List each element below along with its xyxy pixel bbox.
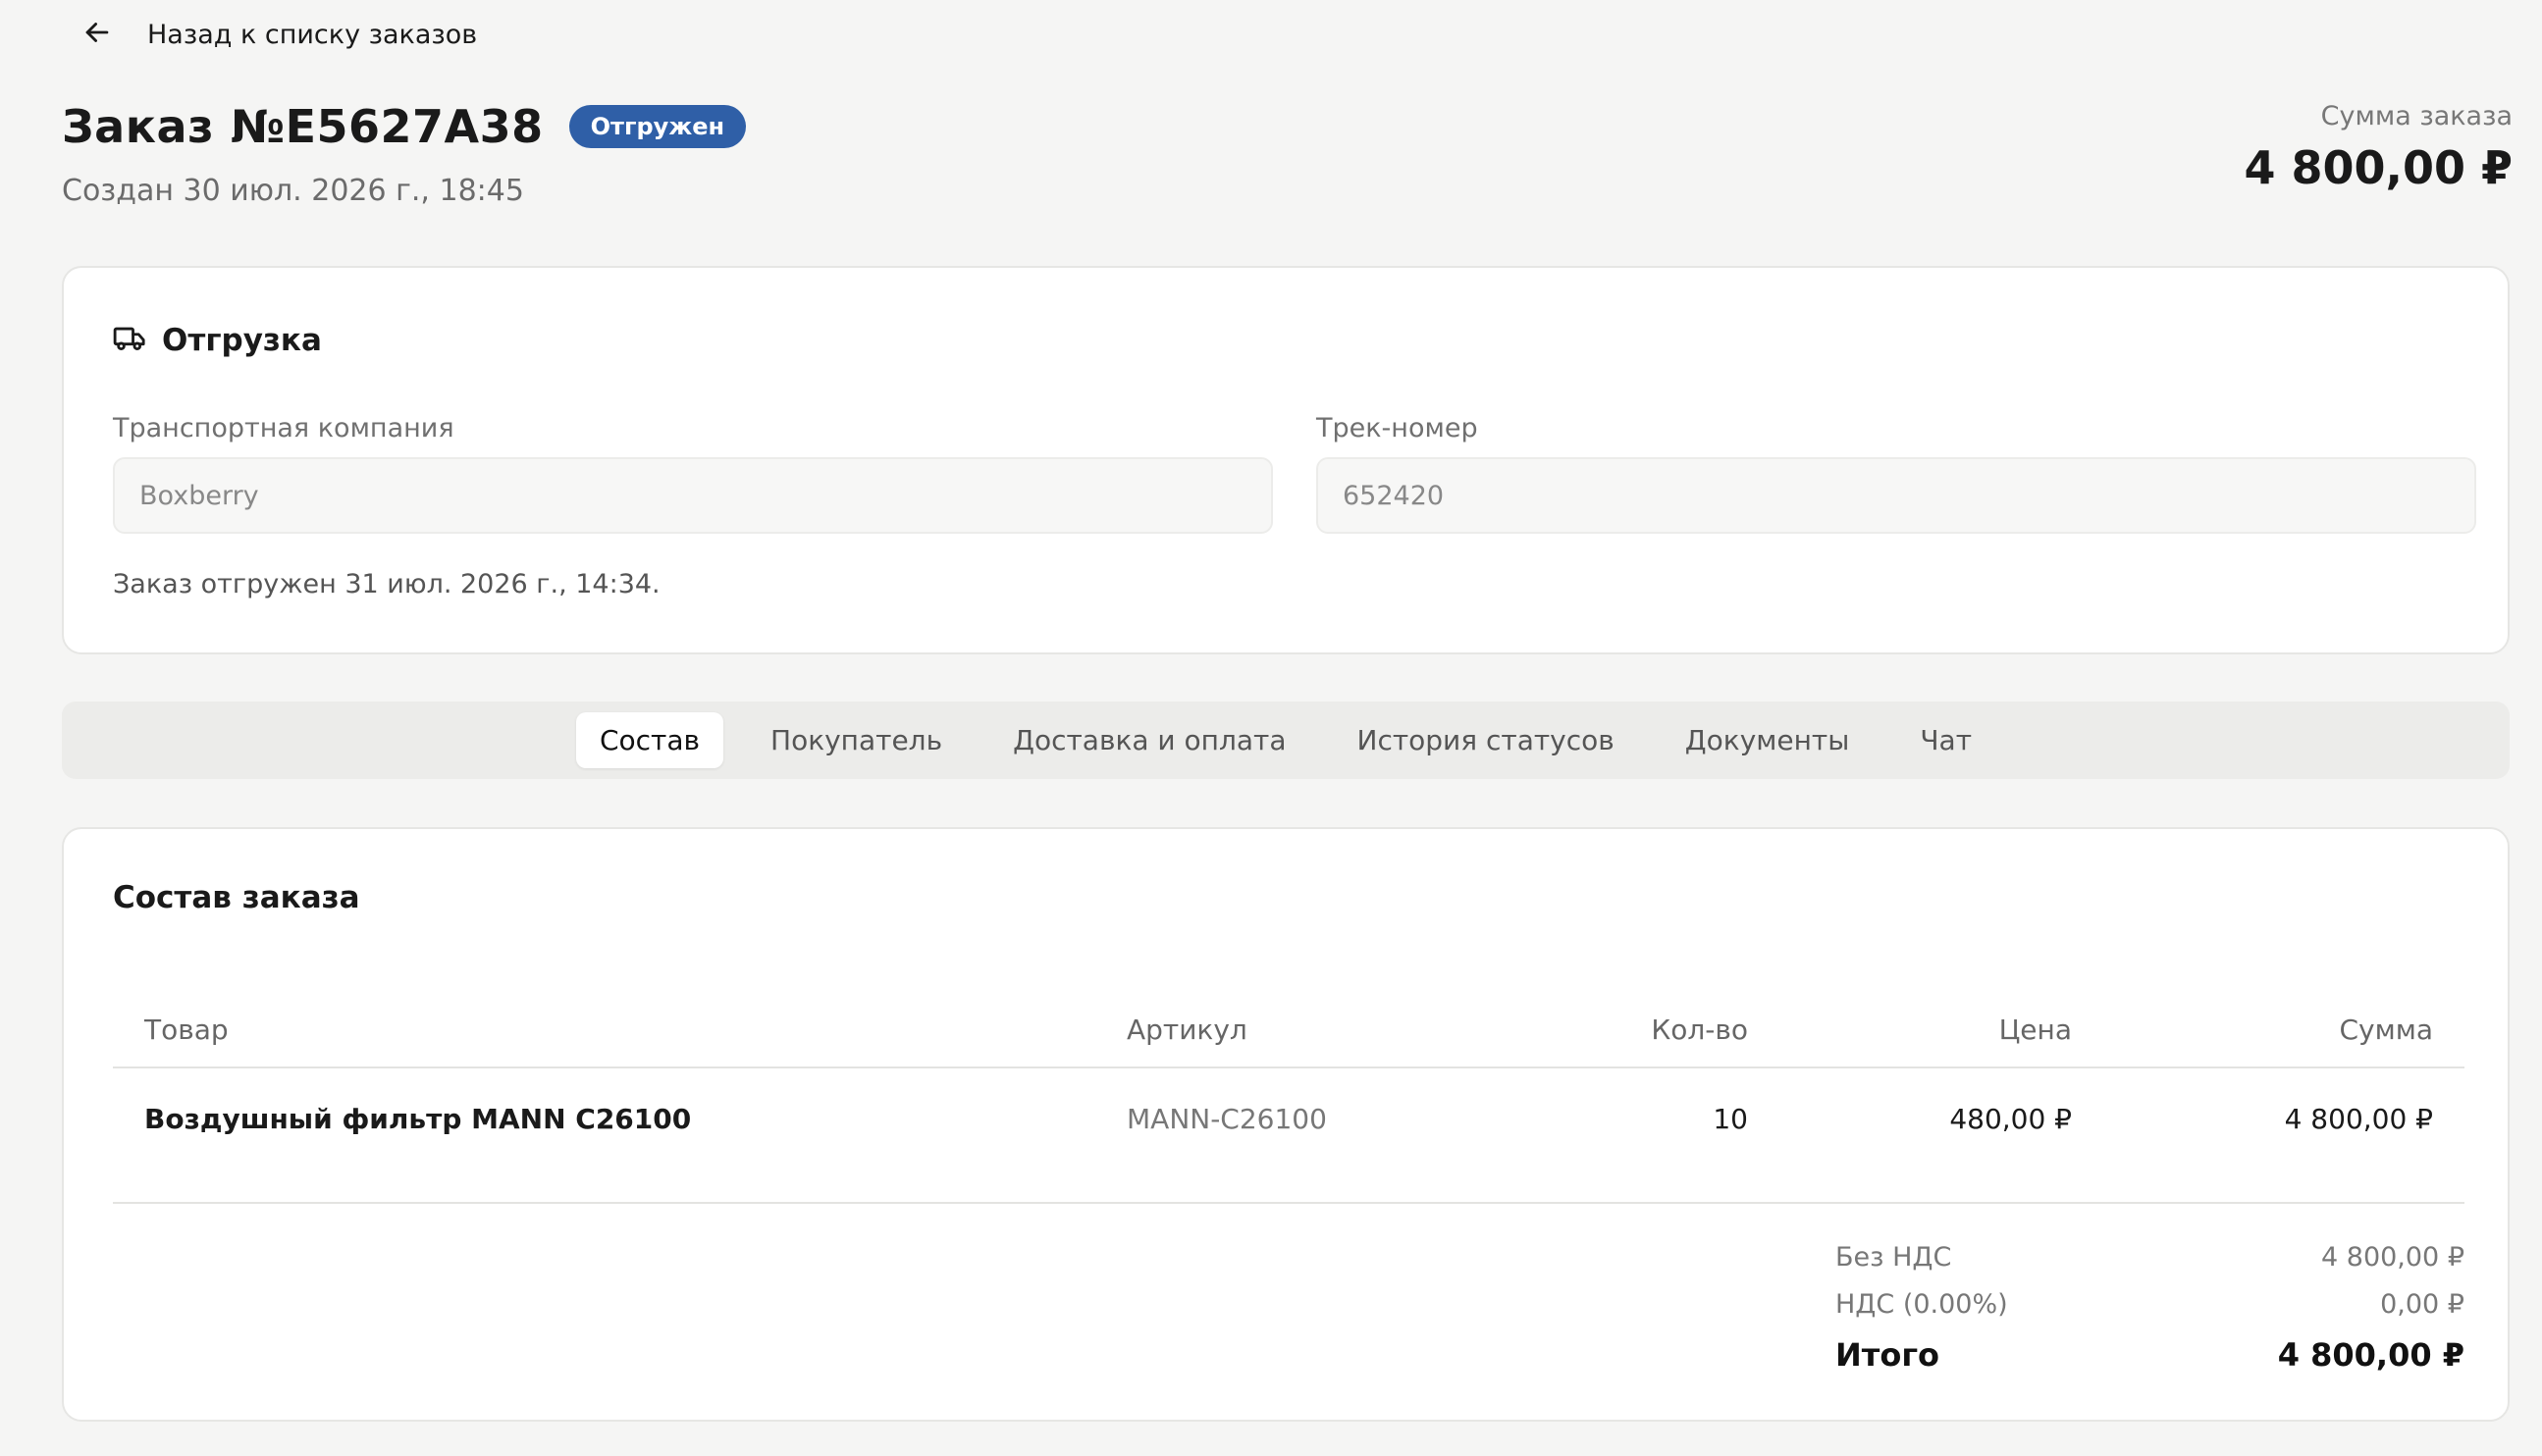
tab-buyer[interactable]: Покупатель: [747, 712, 966, 768]
shipment-title: Отгрузка: [162, 323, 322, 358]
column-header-price: Цена: [1998, 1014, 2072, 1046]
page-title: Заказ №E5627A38: [62, 100, 544, 153]
column-header-sku: Артикул: [1127, 1014, 1247, 1046]
order-sum-value: 4 800,00 ₽: [2244, 141, 2513, 194]
item-qty: 10: [1713, 1103, 1748, 1135]
carrier-field[interactable]: Boxberry: [113, 457, 1273, 534]
order-items-card: Состав заказа Товар Артикул Кол-во Цена …: [62, 827, 2510, 1422]
shipment-note: Заказ отгружен 31 июл. 2026 г., 14:34.: [113, 569, 661, 599]
tab-composition[interactable]: Состав: [575, 712, 724, 768]
total-value: 4 800,00 ₽: [2277, 1336, 2464, 1374]
item-name: Воздушный фильтр MANN C26100: [144, 1103, 692, 1135]
item-price: 480,00 ₽: [1949, 1103, 2072, 1135]
no-vat-label: Без НДС: [1835, 1241, 1952, 1273]
tab-documents[interactable]: Документы: [1662, 712, 1874, 768]
table-header: Товар Артикул Кол-во Цена Сумма: [113, 996, 2464, 1068]
back-link-label: Назад к списку заказов: [147, 19, 478, 50]
order-sum-label: Сумма заказа: [2320, 101, 2513, 131]
column-header-qty: Кол-во: [1651, 1014, 1748, 1046]
tab-chat[interactable]: Чат: [1896, 712, 1995, 768]
vat-label: НДС (0.00%): [1835, 1288, 2008, 1320]
order-totals: Без НДС 4 800,00 ₽ НДС (0.00%) 0,00 ₽ Ит…: [1835, 1233, 2464, 1378]
order-tabs: Состав Покупатель Доставка и оплата Исто…: [62, 702, 2510, 779]
order-page: Назад к списку заказов Заказ №E5627A38 О…: [0, 0, 2542, 1456]
shipment-header: Отгрузка: [113, 322, 322, 359]
order-header: Заказ №E5627A38 Отгружен: [62, 100, 747, 153]
tab-delivery-payment[interactable]: Доставка и оплата: [989, 712, 1309, 768]
track-number-label: Трек-номер: [1316, 413, 1478, 443]
total-label: Итого: [1835, 1336, 1940, 1374]
no-vat-value: 4 800,00 ₽: [2321, 1241, 2464, 1273]
order-sum: Сумма заказа 4 800,00 ₽: [2244, 101, 2513, 194]
item-sum: 4 800,00 ₽: [2284, 1103, 2433, 1135]
item-sku: MANN-C26100: [1127, 1103, 1327, 1135]
table-row: Воздушный фильтр MANN C26100 MANN-C26100…: [113, 1068, 2464, 1204]
back-to-orders-link[interactable]: Назад к списку заказов: [80, 14, 477, 55]
order-created-date: Создан 30 июл. 2026 г., 18:45: [62, 174, 524, 208]
status-badge: Отгружен: [568, 105, 747, 148]
totals-no-vat: Без НДС 4 800,00 ₽: [1835, 1233, 2464, 1280]
tab-status-history[interactable]: История статусов: [1334, 712, 1638, 768]
order-items-title: Состав заказа: [113, 880, 360, 915]
column-header-product: Товар: [144, 1014, 229, 1046]
column-header-sum: Сумма: [2339, 1014, 2433, 1046]
vat-value: 0,00 ₽: [2380, 1288, 2464, 1320]
totals-vat: НДС (0.00%) 0,00 ₽: [1835, 1280, 2464, 1327]
arrow-left-icon: [80, 16, 114, 53]
shipment-card: Отгрузка Транспортная компания Boxberry …: [62, 266, 2510, 654]
totals-grand: Итого 4 800,00 ₽: [1835, 1331, 2464, 1378]
truck-icon: [113, 322, 146, 359]
track-number-field[interactable]: 652420: [1316, 457, 2476, 534]
carrier-label: Транспортная компания: [113, 413, 454, 443]
